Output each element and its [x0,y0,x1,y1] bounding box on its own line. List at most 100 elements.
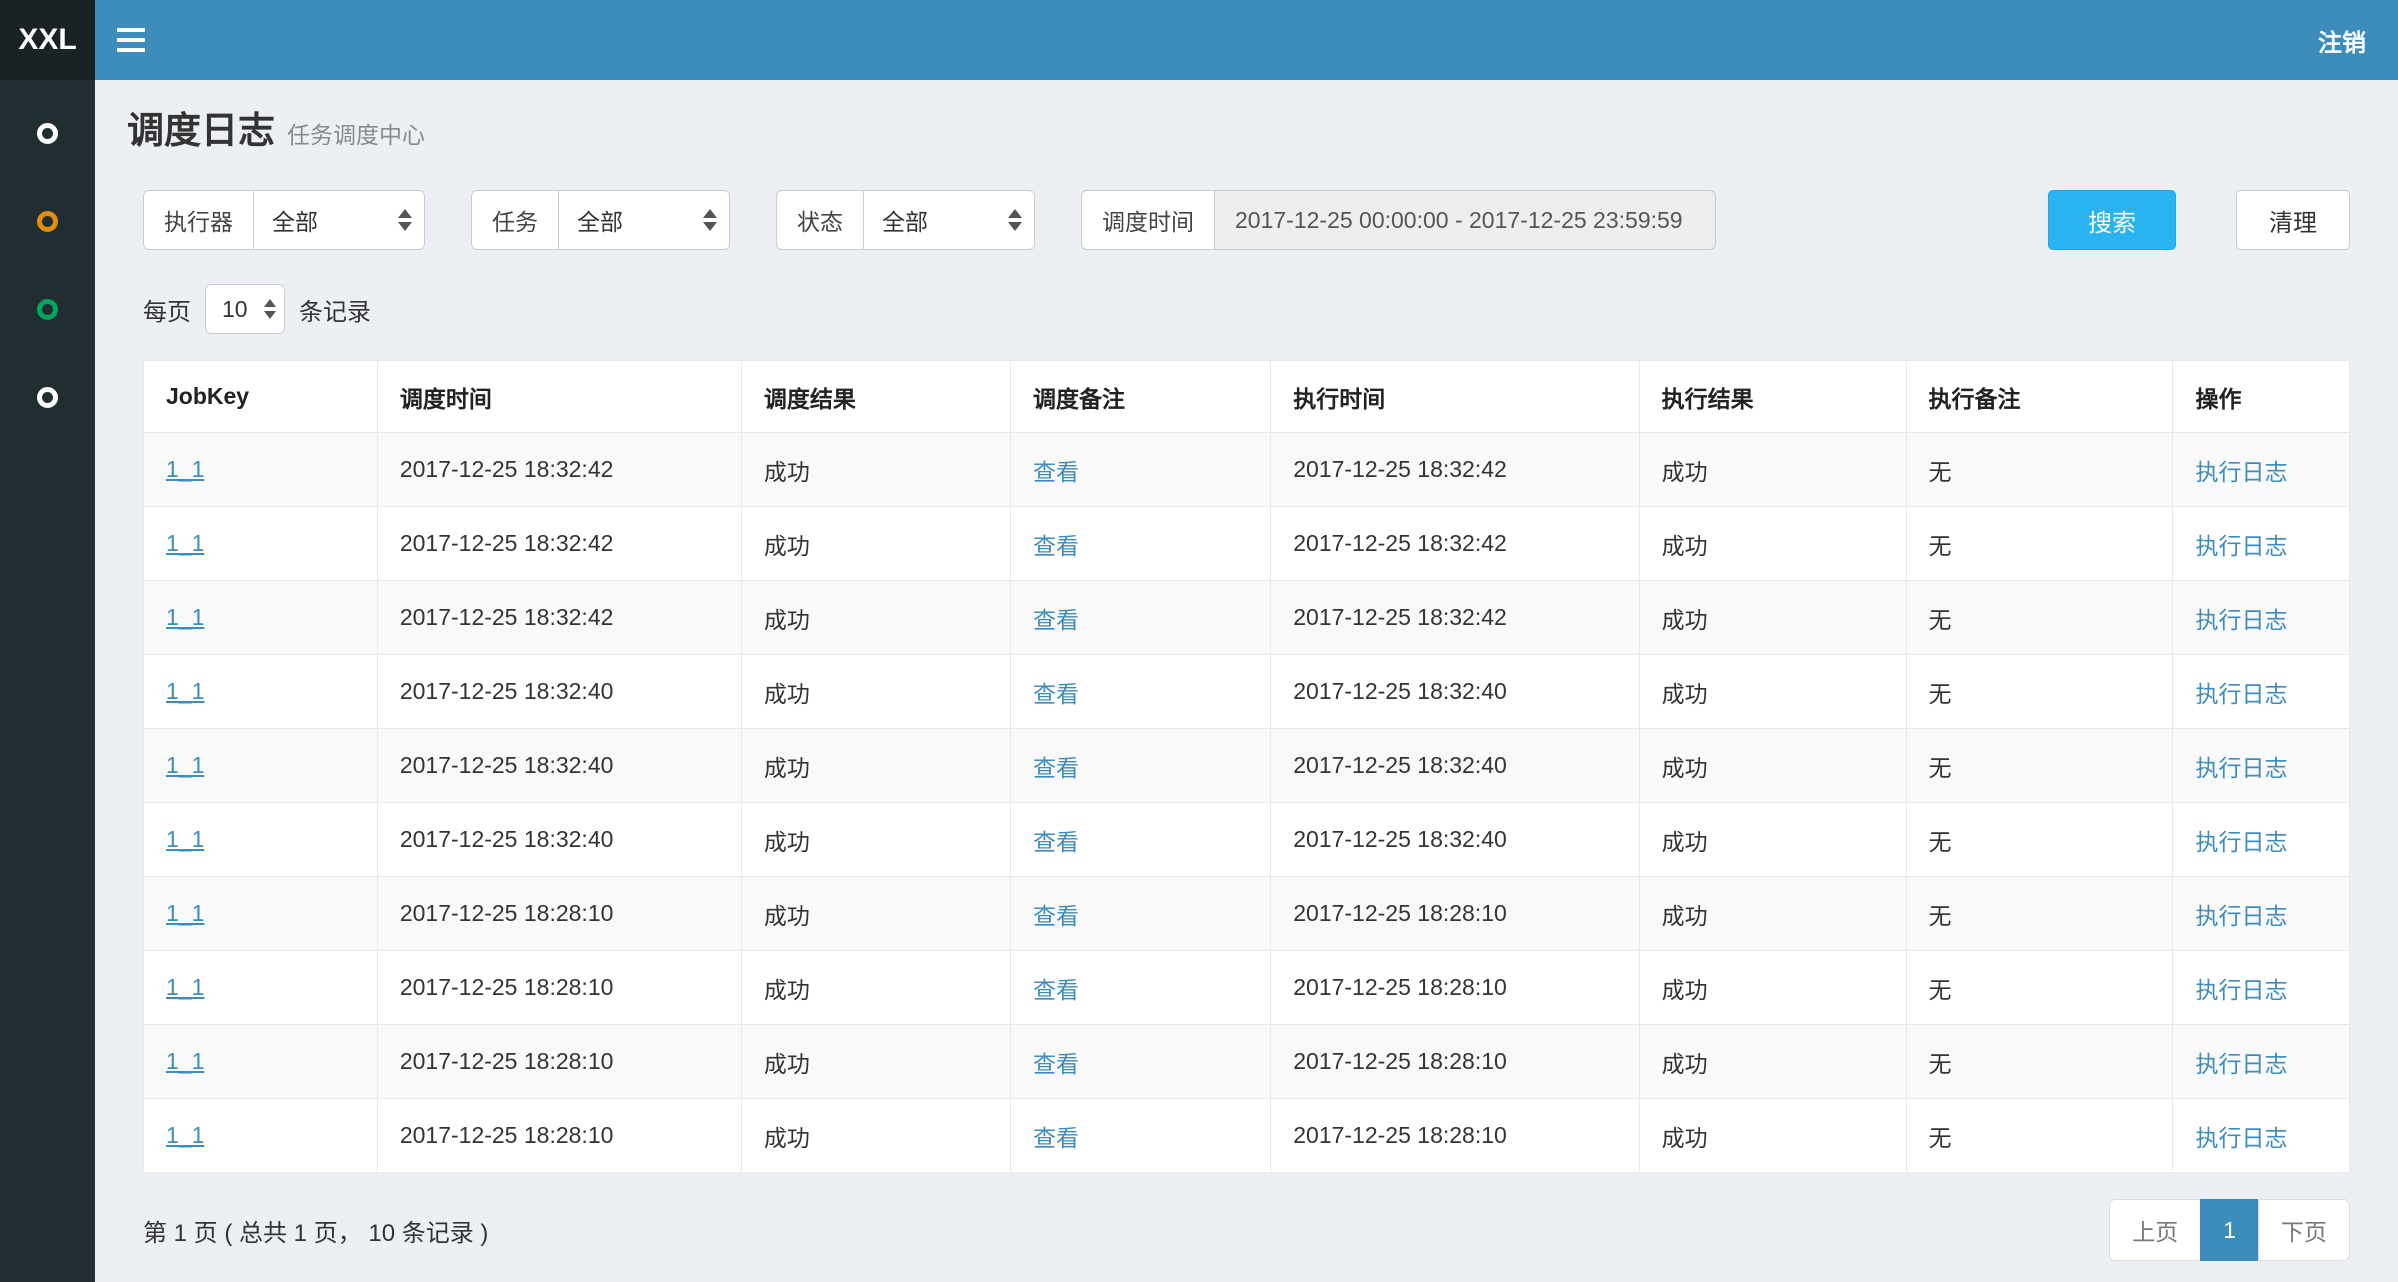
app-root: XXL 注销 调度日志任务调度中心 执行器 [0,0,2398,1282]
trigger-time-cell: 2017-12-25 18:32:40 [377,655,741,729]
handle-result-cell: 成功 [1639,803,1906,877]
exec-log-link-cell: 执行日志 [2173,729,2350,803]
app-logo[interactable]: XXL [0,0,95,80]
sidebar-item-4[interactable] [0,381,95,413]
handle-msg-cell: 无 [1906,507,2173,581]
prev-page-button[interactable]: 上页 [2109,1199,2201,1261]
handle-result-cell: 成功 [1639,729,1906,803]
handle-msg-cell: 无 [1906,1099,2173,1173]
exec-log-link[interactable]: 执行日志 [2195,829,2287,855]
status-select[interactable]: 全部 [863,190,1035,250]
sidebar-item-2[interactable] [0,205,95,237]
trigger-result-cell: 成功 [741,951,1010,1025]
job-key-link-cell: 1_1 [144,951,378,1025]
job-key-link-cell: 1_1 [144,581,378,655]
clear-button[interactable]: 清理 [2236,190,2350,250]
job-key-link[interactable]: 1_1 [166,974,204,1000]
trigger-msg-link[interactable]: 查看 [1033,533,1079,559]
executor-select[interactable]: 全部 [253,190,425,250]
trigger-result-cell: 成功 [741,507,1010,581]
logout-link[interactable]: 注销 [2286,23,2398,58]
circle-icon [37,299,58,320]
table-row: 1_12017-12-25 18:32:42成功查看2017-12-25 18:… [144,507,2350,581]
pagination-summary: 第 1 页 ( 总共 1 页， 10 条记录 ) [143,1213,488,1248]
table-footer: 第 1 页 ( 总共 1 页， 10 条记录 ) 上页 1 下页 [143,1199,2350,1261]
circle-icon [37,387,58,408]
trigger-msg-link[interactable]: 查看 [1033,459,1079,485]
job-key-link-cell: 1_1 [144,729,378,803]
job-key-link[interactable]: 1_1 [166,604,204,630]
trigger-time-range-input[interactable]: 2017-12-25 00:00:00 - 2017-12-25 23:59:5… [1214,190,1716,250]
job-select[interactable]: 全部 [558,190,730,250]
job-key-link[interactable]: 1_1 [166,826,204,852]
trigger-msg-link[interactable]: 查看 [1033,1051,1079,1077]
handle-time-cell: 2017-12-25 18:32:42 [1271,507,1639,581]
navbar-main: 注销 [95,0,2398,80]
executor-label: 执行器 [143,190,253,250]
trigger-msg-link[interactable]: 查看 [1033,829,1079,855]
page-size-select[interactable]: 10 [205,284,285,334]
handle-time-cell: 2017-12-25 18:28:10 [1271,951,1639,1025]
handle-msg-cell: 无 [1906,1025,2173,1099]
handle-time-cell: 2017-12-25 18:28:10 [1271,1025,1639,1099]
trigger-msg-link[interactable]: 查看 [1033,903,1079,929]
trigger-time-label: 调度时间 [1081,190,1214,250]
job-key-link[interactable]: 1_1 [166,678,204,704]
exec-log-link[interactable]: 执行日志 [2195,903,2287,929]
exec-log-link[interactable]: 执行日志 [2195,977,2287,1003]
handle-time-cell: 2017-12-25 18:32:42 [1271,433,1639,507]
handle-msg-cell: 无 [1906,433,2173,507]
job-key-link[interactable]: 1_1 [166,456,204,482]
column-header: 调度时间 [377,361,741,433]
column-header: 执行结果 [1639,361,1906,433]
exec-log-link[interactable]: 执行日志 [2195,681,2287,707]
trigger-result-cell: 成功 [741,729,1010,803]
trigger-result-cell: 成功 [741,581,1010,655]
trigger-time-cell: 2017-12-25 18:28:10 [377,951,741,1025]
next-page-button[interactable]: 下页 [2258,1199,2350,1261]
trigger-result-cell: 成功 [741,1099,1010,1173]
page-number-button[interactable]: 1 [2200,1199,2259,1261]
trigger-msg-link[interactable]: 查看 [1033,1125,1079,1151]
exec-log-link[interactable]: 执行日志 [2195,607,2287,633]
exec-log-link-cell: 执行日志 [2173,433,2350,507]
exec-log-link[interactable]: 执行日志 [2195,533,2287,559]
job-key-link[interactable]: 1_1 [166,1048,204,1074]
column-header: 操作 [2173,361,2350,433]
job-key-link[interactable]: 1_1 [166,1122,204,1148]
page-title-text: 调度日志 [127,110,275,151]
exec-log-link[interactable]: 执行日志 [2195,459,2287,485]
hamburger-icon [117,28,145,32]
handle-msg-cell: 无 [1906,655,2173,729]
exec-log-link[interactable]: 执行日志 [2195,1051,2287,1077]
status-label: 状态 [776,190,863,250]
sidebar-item-1[interactable] [0,117,95,149]
job-key-link[interactable]: 1_1 [166,900,204,926]
exec-log-link[interactable]: 执行日志 [2195,755,2287,781]
job-key-link[interactable]: 1_1 [166,530,204,556]
job-key-link[interactable]: 1_1 [166,752,204,778]
trigger-msg-link[interactable]: 查看 [1033,977,1079,1003]
handle-result-cell: 成功 [1639,1025,1906,1099]
content-area: 调度日志任务调度中心 执行器 全部 任务 全部 [95,80,2398,1282]
trigger-msg-link[interactable]: 查看 [1033,755,1079,781]
sidebar-item-3[interactable] [0,293,95,325]
trigger-msg-link[interactable]: 查看 [1033,607,1079,633]
job-key-link-cell: 1_1 [144,433,378,507]
exec-log-link[interactable]: 执行日志 [2195,1125,2287,1151]
trigger-time-cell: 2017-12-25 18:32:42 [377,581,741,655]
handle-result-cell: 成功 [1639,655,1906,729]
trigger-time-cell: 2017-12-25 18:32:42 [377,507,741,581]
search-button[interactable]: 搜索 [2048,190,2176,250]
table-row: 1_12017-12-25 18:32:42成功查看2017-12-25 18:… [144,581,2350,655]
table-header-row: JobKey调度时间调度结果调度备注执行时间执行结果执行备注操作 [144,361,2350,433]
sidebar-toggle-button[interactable] [95,0,167,80]
exec-log-link-cell: 执行日志 [2173,951,2350,1025]
trigger-msg-link-cell: 查看 [1010,951,1270,1025]
job-key-link-cell: 1_1 [144,507,378,581]
trigger-time-cell: 2017-12-25 18:32:40 [377,729,741,803]
trigger-msg-link[interactable]: 查看 [1033,681,1079,707]
handle-msg-cell: 无 [1906,877,2173,951]
trigger-msg-link-cell: 查看 [1010,655,1270,729]
job-filter-group: 任务 全部 [471,190,730,250]
